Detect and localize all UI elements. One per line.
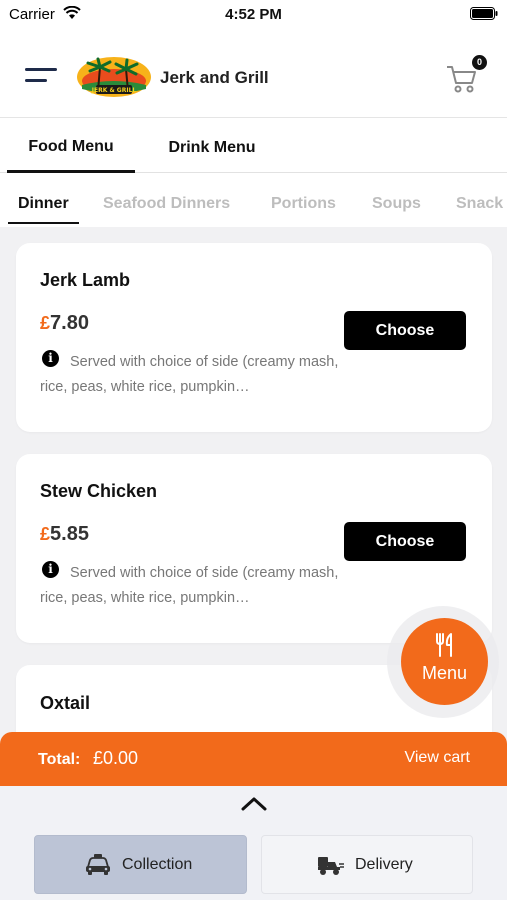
category-tabs: Dinner Seafood Dinners Portions Soups Sn… bbox=[0, 173, 507, 227]
category-tab-dinner[interactable]: Dinner bbox=[8, 173, 79, 227]
delivery-button[interactable]: Delivery bbox=[261, 835, 473, 894]
category-tab-snack[interactable]: Snack bbox=[456, 173, 503, 227]
collection-icon bbox=[86, 854, 110, 875]
category-tab-portions[interactable]: Portions bbox=[271, 173, 336, 227]
collection-button[interactable]: Collection bbox=[34, 835, 247, 894]
menu-item-card: Jerk Lamb £7.80 Choose i Served with cho… bbox=[16, 243, 492, 432]
item-description: Served with choice of side (creamy mash,… bbox=[40, 565, 339, 606]
order-mode-sheet: Collection Delivery bbox=[0, 786, 507, 900]
item-name: Jerk Lamb bbox=[40, 270, 131, 290]
cart-count-badge: 0 bbox=[472, 55, 487, 70]
main-tabs: Food Menu Drink Menu bbox=[0, 118, 507, 173]
app-header: JERK & GRILL Jerk and Grill 0 bbox=[0, 30, 507, 118]
item-name: Oxtail bbox=[40, 693, 91, 713]
menu-fab-button[interactable]: Menu bbox=[401, 618, 488, 705]
battery-icon bbox=[470, 7, 498, 20]
collection-label: Collection bbox=[122, 856, 193, 873]
app-title: Jerk and Grill bbox=[160, 68, 269, 87]
currency-symbol: £ bbox=[40, 313, 51, 333]
delivery-icon bbox=[318, 857, 344, 875]
hamburger-menu-icon[interactable] bbox=[25, 68, 57, 84]
choose-button[interactable]: Choose bbox=[344, 311, 466, 350]
price-value: 5.85 bbox=[50, 523, 89, 545]
item-description: Served with choice of side (creamy mash,… bbox=[40, 354, 339, 395]
price-value: 7.80 bbox=[50, 312, 89, 334]
tab-food-menu[interactable]: Food Menu bbox=[7, 118, 135, 173]
total-value: £0.00 bbox=[93, 748, 139, 768]
restaurant-logo: JERK & GRILL bbox=[77, 57, 151, 97]
status-time: 4:52 PM bbox=[225, 6, 282, 23]
total-bar: Total: £0.00 View cart bbox=[0, 732, 507, 786]
category-tab-soups[interactable]: Soups bbox=[372, 173, 421, 227]
currency-symbol: £ bbox=[40, 524, 51, 544]
choose-button[interactable]: Choose bbox=[344, 522, 466, 561]
tab-drink-menu[interactable]: Drink Menu bbox=[148, 118, 276, 173]
delivery-label: Delivery bbox=[355, 856, 413, 873]
logo-text: JERK & GRILL bbox=[91, 87, 137, 94]
item-price: £7.80 bbox=[40, 312, 89, 335]
menu-fab-label: Menu bbox=[421, 663, 468, 683]
item-name: Stew Chicken bbox=[40, 481, 158, 501]
status-bar: Carrier 4:52 PM bbox=[0, 0, 507, 30]
fork-knife-icon bbox=[436, 633, 452, 657]
category-tab-seafood-dinners[interactable]: Seafood Dinners bbox=[103, 173, 230, 227]
total-label: Total: bbox=[38, 751, 81, 768]
item-price: £5.85 bbox=[40, 523, 89, 546]
cart-button[interactable]: 0 bbox=[445, 55, 487, 95]
chevron-up-icon[interactable] bbox=[241, 796, 267, 812]
view-cart-link[interactable]: View cart bbox=[404, 749, 470, 767]
